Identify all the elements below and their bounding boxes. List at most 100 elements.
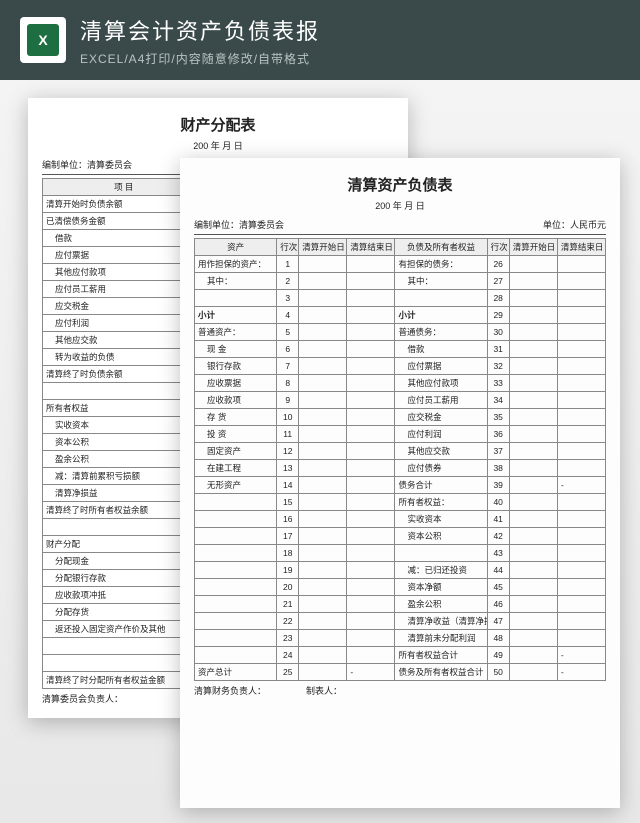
cell: 32: [487, 358, 509, 375]
cell: 无形资产: [195, 477, 277, 494]
cell: [347, 494, 395, 511]
cell: 其中：: [395, 273, 487, 290]
sheet2-meta: 编制单位：清算委员会 单位：人民币元: [194, 218, 606, 235]
cell: [299, 596, 347, 613]
cell: 清算净收益（清算净损失以“－”号表示）: [395, 613, 487, 630]
cell: 5: [277, 324, 299, 341]
cell: [509, 341, 557, 358]
cell: 1: [277, 256, 299, 273]
cell: 3: [277, 290, 299, 307]
cell: 应付债券: [395, 460, 487, 477]
cell: 9: [277, 392, 299, 409]
cell: 47: [487, 613, 509, 630]
cell: [509, 392, 557, 409]
cell: [195, 528, 277, 545]
sheet1-org: 编制单位：清算委员会: [42, 158, 132, 171]
cell: [557, 443, 605, 460]
cell: [557, 528, 605, 545]
excel-icon-glyph: X: [27, 24, 59, 56]
cell: [509, 324, 557, 341]
cell: 24: [277, 647, 299, 664]
cell: 实收资本: [395, 511, 487, 528]
cell: [557, 324, 605, 341]
cell: 4: [277, 307, 299, 324]
cell: -: [557, 477, 605, 494]
cell: 固定资产: [195, 443, 277, 460]
table-row: 17资本公积42: [195, 528, 606, 545]
cell: [299, 409, 347, 426]
table-row: 用作担保的资产：1有担保的债务：26: [195, 256, 606, 273]
cell: [557, 511, 605, 528]
cell: 其他应付款项: [395, 375, 487, 392]
cell: 40: [487, 494, 509, 511]
cell: [299, 307, 347, 324]
table-row: 普通资产：5普通债务：30: [195, 324, 606, 341]
table-row: 23清算前未分配利润48: [195, 630, 606, 647]
cell: [347, 528, 395, 545]
table-row: 固定资产12其他应交款37: [195, 443, 606, 460]
table-row: 1843: [195, 545, 606, 562]
cell: 16: [277, 511, 299, 528]
cell: 29: [487, 307, 509, 324]
cell: 41: [487, 511, 509, 528]
cell: 37: [487, 443, 509, 460]
table-row: 小计4小计29: [195, 307, 606, 324]
sheet-balance: 清算资产负债表 200 年 月 日 编制单位：清算委员会 单位：人民币元 资产 …: [180, 158, 620, 808]
cell: [557, 392, 605, 409]
cell: 减：已归还投资: [395, 562, 487, 579]
cell: [299, 460, 347, 477]
cell: 投 资: [195, 426, 277, 443]
cell: 小计: [395, 307, 487, 324]
table-row: 无形资产14债务合计39-: [195, 477, 606, 494]
cell: [299, 477, 347, 494]
cell: [299, 647, 347, 664]
cell: 应收款项: [195, 392, 277, 409]
cell: [347, 613, 395, 630]
cell: [347, 256, 395, 273]
cell: 20: [277, 579, 299, 596]
cell: [299, 392, 347, 409]
cell: [347, 290, 395, 307]
cell: [509, 511, 557, 528]
cell: 借款: [395, 341, 487, 358]
cell: 11: [277, 426, 299, 443]
sheet1-footer-label: 清算委员会负责人：: [42, 692, 123, 705]
cell: 应付员工薪用: [395, 392, 487, 409]
cell: 所有者权益合计: [395, 647, 487, 664]
cell: [557, 579, 605, 596]
table-row: 24所有者权益合计49-: [195, 647, 606, 664]
cell: [299, 511, 347, 528]
cell: [299, 443, 347, 460]
cell: [395, 545, 487, 562]
cell: 39: [487, 477, 509, 494]
cell: [195, 579, 277, 596]
cell: 50: [487, 664, 509, 681]
cell: 7: [277, 358, 299, 375]
h-liab: 负债及所有者权益: [395, 239, 487, 256]
excel-icon: X: [20, 17, 66, 63]
cell: [509, 579, 557, 596]
cell: [509, 307, 557, 324]
sheet2-org: 编制单位：清算委员会: [194, 218, 284, 231]
cell: [299, 273, 347, 290]
cell: 有担保的债务：: [395, 256, 487, 273]
cell: 18: [277, 545, 299, 562]
cell: [557, 358, 605, 375]
cell: [509, 630, 557, 647]
cell: 44: [487, 562, 509, 579]
cell: [557, 375, 605, 392]
cell: [195, 511, 277, 528]
cell: [509, 596, 557, 613]
cell: 应付利润: [395, 426, 487, 443]
cell: 其中：: [195, 273, 277, 290]
cell: 10: [277, 409, 299, 426]
cell: [299, 664, 347, 681]
cell: [299, 358, 347, 375]
cell: [347, 426, 395, 443]
cell: 在建工程: [195, 460, 277, 477]
cell: 19: [277, 562, 299, 579]
cell: -: [557, 647, 605, 664]
cell: 8: [277, 375, 299, 392]
cell: [347, 579, 395, 596]
table-row: 在建工程13应付债券38: [195, 460, 606, 477]
